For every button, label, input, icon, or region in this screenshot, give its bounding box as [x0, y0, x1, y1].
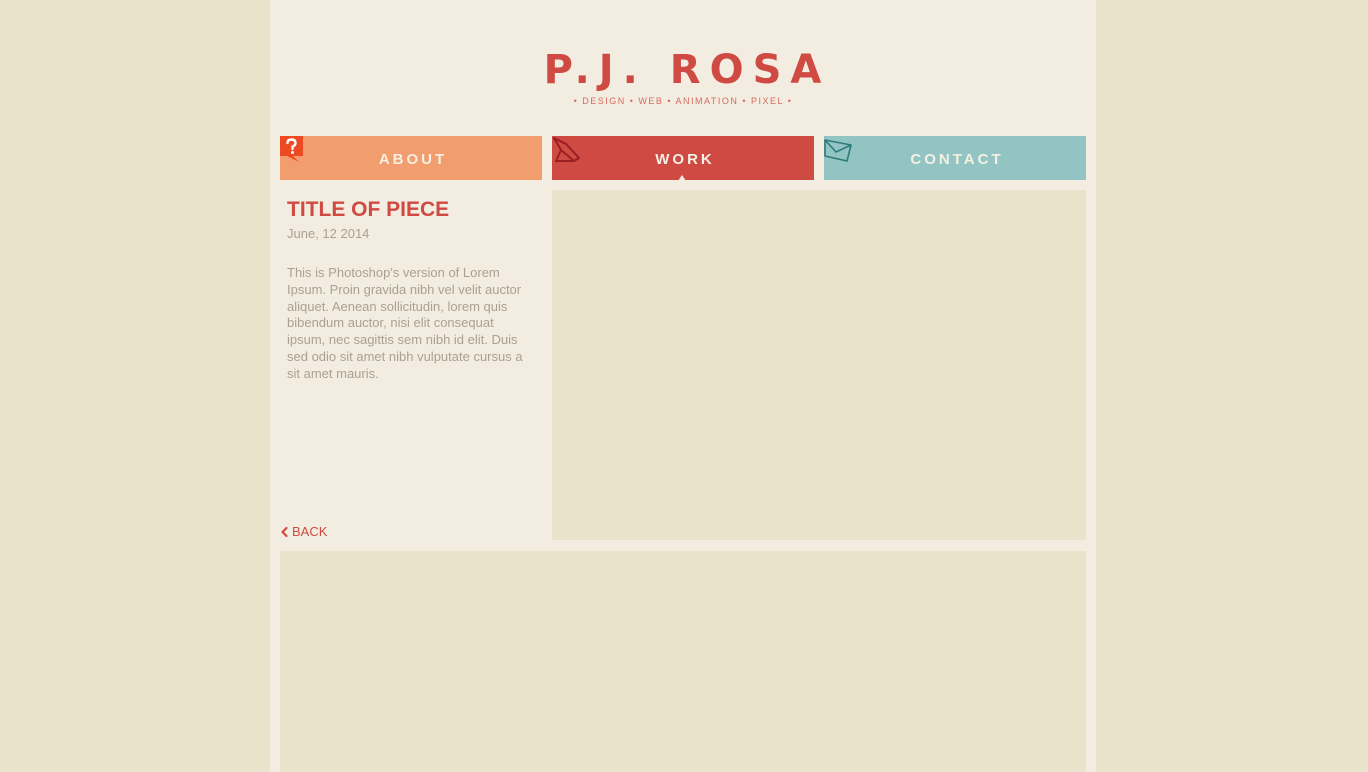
- back-link[interactable]: BACK: [280, 524, 327, 540]
- page-container: P.J. ROSA • DESIGN • WEB • ANIMATION • P…: [270, 0, 1096, 772]
- nav-tab-work[interactable]: WORK: [552, 136, 814, 181]
- piece-date: June, 12 2014: [287, 226, 370, 241]
- nav-tab-label: CONTACT: [910, 151, 1004, 168]
- nav-tab-contact[interactable]: CONTACT: [824, 136, 1086, 180]
- nav-tab-label: ABOUT: [378, 151, 448, 168]
- piece-description: This is Photoshop's version of Lorem Ips…: [287, 265, 523, 381]
- back-label: BACK: [292, 524, 328, 539]
- piece-gallery-panel: [280, 551, 1086, 772]
- piece-title: TITLE OF PIECE: [287, 198, 450, 221]
- envelope-icon: [824, 139, 852, 162]
- nav-tab-about[interactable]: ABOUT: [280, 136, 542, 180]
- site-logo[interactable]: P.J. ROSA: [274, 48, 1100, 92]
- active-tab-indicator: [678, 175, 686, 181]
- chevron-left-icon: [281, 527, 288, 537]
- site-tagline: • DESIGN • WEB • ANIMATION • PIXEL •: [573, 96, 793, 106]
- question-bubble-icon: [280, 136, 303, 162]
- pencil-icon: [553, 137, 580, 162]
- piece-media-panel: [552, 190, 1086, 540]
